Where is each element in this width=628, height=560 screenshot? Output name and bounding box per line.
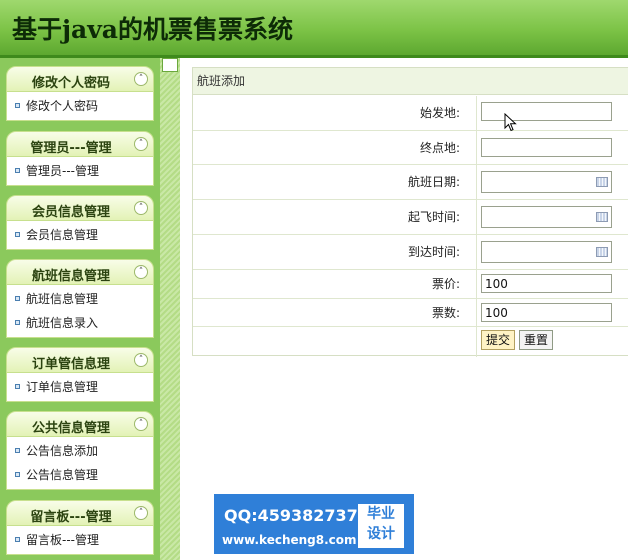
bullet-icon — [15, 537, 20, 542]
collapse-icon[interactable]: ˄ — [134, 72, 148, 86]
menu-group-title: 管理员---管理 — [30, 141, 112, 156]
menu-group-header[interactable]: 航班信息管理 ˄ — [6, 259, 154, 285]
menu-group-members: 会员信息管理 ˄ 会员信息管理 — [6, 195, 154, 250]
flight-add-form: 航班添加 始发地: 终点地: 航班日期: 起飞时间: 到达时间: 票价: 票数:… — [192, 67, 628, 357]
menu-group-title: 订单管信息理 — [31, 357, 110, 372]
collapse-icon[interactable]: ˄ — [134, 137, 148, 151]
tickets-input[interactable] — [481, 303, 612, 322]
field-label: 起飞时间: — [193, 200, 477, 234]
menu-group-title: 会员信息管理 — [31, 205, 110, 220]
reset-button[interactable]: 重置 — [519, 330, 554, 350]
watermark-site: www.kecheng8.com — [222, 533, 357, 547]
menu-group-admin: 管理员---管理 ˄ 管理员---管理 — [6, 131, 154, 186]
menu-group-title: 公共信息管理 — [31, 421, 110, 436]
form-row-actions: 提交 重置 — [193, 327, 628, 357]
splitter-handle[interactable] — [162, 58, 178, 72]
form-row-flight-date: 航班日期: — [193, 165, 628, 200]
menu-group-body: 修改个人密码 — [6, 92, 154, 121]
sidebar-item-flight-manage[interactable]: 航班信息管理 — [7, 287, 153, 311]
actions-label-cell — [193, 327, 477, 357]
app-header: 基于java的机票售票系统 — [0, 0, 628, 58]
sidebar-item-message-manage[interactable]: 留言板---管理 — [7, 528, 153, 552]
menu-group-title: 留言板---管理 — [30, 510, 112, 525]
collapse-icon[interactable]: ˄ — [134, 417, 148, 431]
form-row-arrival-time: 到达时间: — [193, 235, 628, 270]
form-row-tickets: 票数: — [193, 299, 628, 327]
field-label: 航班日期: — [193, 165, 477, 199]
bullet-icon — [15, 168, 20, 173]
bullet-icon — [15, 384, 20, 389]
sidebar-item-notice-manage[interactable]: 公告信息管理 — [7, 463, 153, 487]
collapse-icon[interactable]: ˄ — [134, 265, 148, 279]
menu-group-header[interactable]: 留言板---管理 ˄ — [6, 500, 154, 526]
form-row-price: 票价: — [193, 270, 628, 299]
departure-time-input[interactable] — [481, 206, 612, 228]
menu-group-password: 修改个人密码 ˄ 修改个人密码 — [6, 66, 154, 121]
menu-group-body: 管理员---管理 — [6, 157, 154, 186]
bullet-icon — [15, 232, 20, 237]
calendar-icon[interactable] — [596, 177, 608, 187]
flight-date-input[interactable] — [481, 171, 612, 193]
collapse-icon[interactable]: ˄ — [134, 201, 148, 215]
submit-button[interactable]: 提交 — [481, 330, 516, 350]
sidebar-item-flight-entry[interactable]: 航班信息录入 — [7, 311, 153, 335]
sidebar-splitter[interactable] — [160, 58, 180, 560]
bullet-icon — [15, 296, 20, 301]
arrival-time-input[interactable] — [481, 241, 612, 263]
menu-group-title: 修改个人密码 — [31, 76, 110, 91]
menu-group-body: 订单信息管理 — [6, 373, 154, 402]
form-row-destination: 终点地: — [193, 131, 628, 165]
watermark-badge-line1: 毕业 — [367, 506, 395, 522]
sidebar-item-change-password[interactable]: 修改个人密码 — [7, 94, 153, 118]
menu-group-header[interactable]: 订单管信息理 ˄ — [6, 347, 154, 373]
field-label: 终点地: — [193, 131, 477, 164]
menu-group-body: 留言板---管理 — [6, 526, 154, 555]
bullet-icon — [15, 103, 20, 108]
menu-group-messages: 留言板---管理 ˄ 留言板---管理 — [6, 500, 154, 555]
menu-group-header[interactable]: 修改个人密码 ˄ — [6, 66, 154, 92]
watermark-qq: QQ:459382737 — [224, 506, 358, 525]
menu-group-orders: 订单管信息理 ˄ 订单信息管理 — [6, 347, 154, 402]
app-title: 基于java的机票售票系统 — [12, 15, 293, 44]
watermark-badge: 毕业 设计 — [358, 504, 404, 548]
field-label: 票数: — [193, 299, 477, 326]
sidebar-item-notice-add[interactable]: 公告信息添加 — [7, 439, 153, 463]
bullet-icon — [15, 472, 20, 477]
menu-group-header[interactable]: 会员信息管理 ˄ — [6, 195, 154, 221]
collapse-icon[interactable]: ˄ — [134, 506, 148, 520]
field-label: 始发地: — [193, 96, 477, 130]
menu-group-notices: 公共信息管理 ˄ 公告信息添加 公告信息管理 — [6, 411, 154, 490]
menu-group-header[interactable]: 公共信息管理 ˄ — [6, 411, 154, 437]
mouse-cursor-icon — [504, 113, 517, 132]
calendar-icon[interactable] — [596, 247, 608, 257]
calendar-icon[interactable] — [596, 212, 608, 222]
bullet-icon — [15, 320, 20, 325]
price-input[interactable] — [481, 274, 612, 293]
form-title: 航班添加 — [193, 68, 628, 95]
sidebar-item-member-manage[interactable]: 会员信息管理 — [7, 223, 153, 247]
origin-input[interactable] — [481, 102, 612, 121]
collapse-icon[interactable]: ˄ — [134, 353, 148, 367]
menu-group-body: 公告信息添加 公告信息管理 — [6, 437, 154, 490]
destination-input[interactable] — [481, 138, 612, 157]
menu-group-body: 航班信息管理 航班信息录入 — [6, 285, 154, 338]
watermark-banner: QQ:459382737 www.kecheng8.com 毕业 设计 — [214, 494, 414, 554]
menu-group-flights: 航班信息管理 ˄ 航班信息管理 航班信息录入 — [6, 259, 154, 338]
sidebar: 修改个人密码 ˄ 修改个人密码 管理员---管理 ˄ 管理员---管理 会员信息… — [0, 58, 160, 560]
form-row-departure-time: 起飞时间: — [193, 200, 628, 235]
menu-group-header[interactable]: 管理员---管理 ˄ — [6, 131, 154, 157]
bullet-icon — [15, 448, 20, 453]
form-row-origin: 始发地: — [193, 96, 628, 131]
sidebar-item-order-manage[interactable]: 订单信息管理 — [7, 375, 153, 399]
watermark-badge-line2: 设计 — [367, 526, 395, 542]
menu-group-body: 会员信息管理 — [6, 221, 154, 250]
field-label: 票价: — [193, 270, 477, 298]
field-label: 到达时间: — [193, 235, 477, 269]
sidebar-item-admin-manage[interactable]: 管理员---管理 — [7, 159, 153, 183]
menu-group-title: 航班信息管理 — [31, 269, 110, 284]
